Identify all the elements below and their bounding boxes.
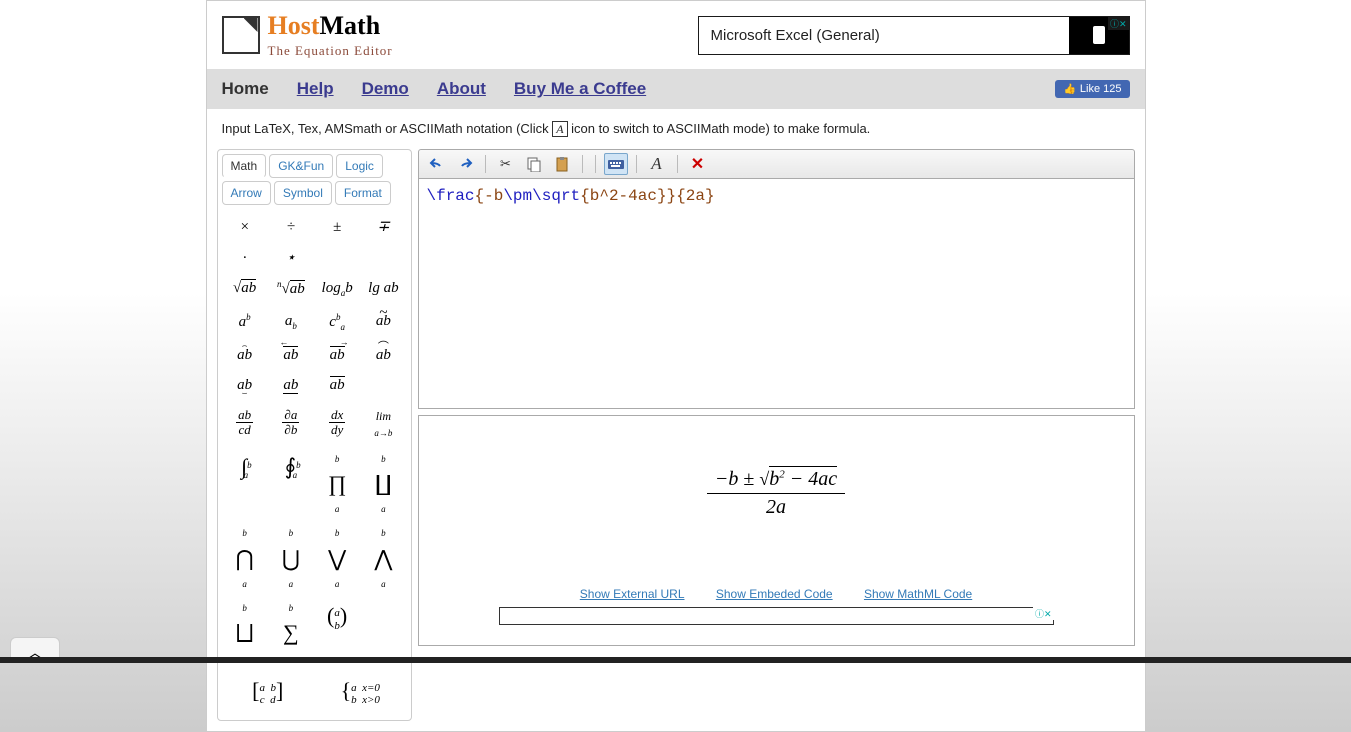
nav-demo[interactable]: Demo <box>362 79 409 99</box>
ad-info-icon[interactable]: ⓘ✕ <box>1108 17 1129 30</box>
nav-bar: Home Help Demo About Buy Me a Coffee Lik… <box>207 69 1145 109</box>
sym-hat[interactable]: ab⌢ <box>224 341 266 370</box>
sym-lim[interactable]: lima→b <box>362 402 404 447</box>
link-mathml-code[interactable]: Show MathML Code <box>864 587 972 601</box>
bottom-ad-bar[interactable]: ⓘ✕ <box>499 607 1054 625</box>
sym-int[interactable]: ∫ba <box>224 449 266 522</box>
bottom-ad-info-icon[interactable]: ⓘ✕ <box>1033 607 1054 620</box>
tab-format[interactable]: Format <box>335 181 391 205</box>
sym-blank1 <box>316 244 358 273</box>
instruction-text: Input LaTeX, Tex, AMSmath or ASCIIMath n… <box>207 109 1145 149</box>
footer-bar <box>0 657 1351 663</box>
sym-sub[interactable]: ab <box>270 307 312 339</box>
code-input[interactable]: \frac{-b\pm\sqrt{b^2-4ac}}{2a} <box>418 179 1135 409</box>
logo-subtitle: The Equation Editor <box>268 43 393 59</box>
sym-larrow[interactable]: ab← <box>270 341 312 370</box>
sym-blank2 <box>362 244 404 273</box>
preview-panel: −b ± √b2 − 4ac 2a Show External URL Show… <box>418 415 1135 646</box>
editor-panel: ✂ A ✕ \frac{-b\pm\sqrt{b^2-4ac}}{2a} <box>418 149 1135 646</box>
sym-pm[interactable]: ± <box>316 213 358 242</box>
symbol-grid: × ÷ ± ∓ · ⋆ √ab n√ab logab lg ab ab ab c… <box>222 209 407 716</box>
sym-rarrow[interactable]: ab→ <box>316 341 358 370</box>
sym-overparen[interactable]: ab⌒ <box>362 341 404 370</box>
sym-prod[interactable]: b∏a <box>316 449 358 522</box>
clear-button[interactable]: ✕ <box>686 153 710 175</box>
sym-sqrt[interactable]: √ab <box>224 274 266 305</box>
link-embed-code[interactable]: Show Embeded Code <box>716 587 833 601</box>
toolbar: ✂ A ✕ <box>418 149 1135 179</box>
tab-logic[interactable]: Logic <box>336 154 383 178</box>
font-mode-button[interactable]: A <box>645 153 669 175</box>
sym-dfrac[interactable]: dxdy <box>316 402 358 447</box>
tab-math[interactable]: Math <box>222 154 267 178</box>
tab-gkfun[interactable]: GK&Fun <box>269 154 333 178</box>
sym-cases[interactable]: {a x=0b x>0 <box>316 673 405 713</box>
copy-button[interactable] <box>522 153 546 175</box>
sym-coprod[interactable]: b∐a <box>362 449 404 522</box>
sym-log[interactable]: logab <box>316 274 358 305</box>
sym-matrix[interactable]: [a bc d] <box>224 673 313 713</box>
tab-symbol[interactable]: Symbol <box>274 181 332 205</box>
paste-button[interactable] <box>550 153 574 175</box>
sym-nroot[interactable]: n√ab <box>270 274 312 305</box>
ad-logo[interactable]: ⓘ✕ <box>1069 17 1129 54</box>
fb-like-button[interactable]: Like 125 <box>1055 80 1129 98</box>
logo-math: Math <box>320 11 381 40</box>
nav-about[interactable]: About <box>437 79 486 99</box>
sym-bigcap[interactable]: b⋂a <box>224 523 266 596</box>
mode-icon: A <box>552 121 567 137</box>
sym-star[interactable]: ⋆ <box>270 244 312 273</box>
sym-bigcup[interactable]: b⋃a <box>270 523 312 596</box>
link-external-url[interactable]: Show External URL <box>580 587 685 601</box>
sym-overline[interactable]: ab <box>316 371 358 400</box>
sym-oint[interactable]: ∮ba <box>270 449 312 522</box>
redo-button[interactable] <box>453 153 477 175</box>
symbol-tabs: Math GK&Fun Logic Arrow Symbol Format <box>222 154 407 205</box>
sym-partial[interactable]: ∂a∂b <box>270 402 312 447</box>
rendered-formula: −b ± √b2 − 4ac 2a <box>707 466 845 521</box>
keyboard-mode-button[interactable] <box>604 153 628 175</box>
sym-lg[interactable]: lg ab <box>362 274 404 305</box>
undo-button[interactable] <box>425 153 449 175</box>
sym-tilde[interactable]: ab~ <box>362 307 404 339</box>
sym-blank3 <box>362 371 404 400</box>
sym-frac[interactable]: abcd <box>224 402 266 447</box>
nav-help[interactable]: Help <box>297 79 334 99</box>
logo-host: Host <box>268 11 320 40</box>
logo-icon <box>222 16 260 54</box>
nav-coffee[interactable]: Buy Me a Coffee <box>514 79 646 99</box>
sym-bigvee[interactable]: b⋁a <box>316 523 358 596</box>
sym-bigwedge[interactable]: b⋀a <box>362 523 404 596</box>
cut-button[interactable]: ✂ <box>494 153 518 175</box>
header: HostMath The Equation Editor Microsoft E… <box>207 1 1145 69</box>
ad-text[interactable]: Microsoft Excel (General) <box>699 17 1069 54</box>
ad-banner[interactable]: Microsoft Excel (General) ⓘ✕ <box>698 16 1130 55</box>
sym-cdot[interactable]: · <box>224 244 266 273</box>
sym-supsub[interactable]: cba <box>316 307 358 339</box>
symbol-panel: Math GK&Fun Logic Arrow Symbol Format × … <box>217 149 412 721</box>
tab-arrow[interactable]: Arrow <box>222 181 271 205</box>
sym-sup[interactable]: ab <box>224 307 266 339</box>
nav-home[interactable]: Home <box>222 79 269 99</box>
sym-mp[interactable]: ∓ <box>362 213 404 242</box>
sym-underline[interactable]: ab <box>270 371 312 400</box>
sym-times[interactable]: × <box>224 213 266 242</box>
output-links: Show External URL Show Embeded Code Show… <box>439 581 1114 607</box>
sym-div[interactable]: ÷ <box>270 213 312 242</box>
sym-underbrace[interactable]: ab⌣ <box>224 371 266 400</box>
logo[interactable]: HostMath The Equation Editor <box>222 11 393 59</box>
